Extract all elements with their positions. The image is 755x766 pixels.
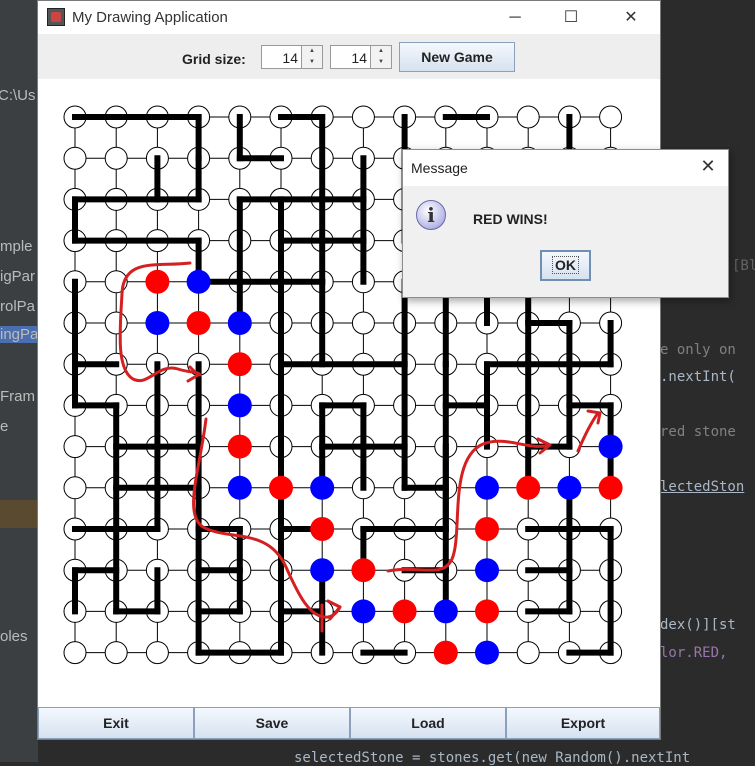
- grid-node[interactable]: [63, 435, 87, 459]
- cols-spinner-arrows: ▲ ▼: [370, 46, 391, 68]
- blue-stone: [186, 269, 211, 294]
- blue-stone: [227, 311, 252, 335]
- ide-project-text: e: [0, 418, 9, 435]
- ide-project-text: rolPa: [0, 298, 36, 315]
- dialog-close-button[interactable]: ✕: [696, 156, 720, 177]
- ide-code-text: lectedSton: [660, 479, 745, 495]
- grid-node[interactable]: [63, 476, 87, 500]
- blue-stone: [310, 475, 335, 500]
- close-button[interactable]: ✕: [608, 1, 654, 34]
- grid-node[interactable]: [104, 146, 128, 170]
- grid-node[interactable]: [351, 105, 375, 129]
- ide-project-text: C:\Us: [0, 87, 36, 104]
- ide-code-text: [Bl: [732, 258, 755, 274]
- dialog-message: RED WINS!: [473, 211, 548, 227]
- spinner-down-icon[interactable]: ▼: [371, 57, 391, 68]
- ide-highlight: [0, 500, 38, 528]
- window-title: My Drawing Application: [72, 9, 228, 26]
- red-stone: [310, 517, 335, 541]
- grid-node[interactable]: [104, 311, 128, 335]
- dialog-title-bar: Message ✕: [403, 150, 728, 186]
- blue-stone: [227, 475, 252, 500]
- red-stone: [475, 599, 499, 624]
- ide-code-text: e only on: [660, 342, 736, 358]
- cols-spinner[interactable]: 14 ▲ ▼: [330, 45, 392, 69]
- grid-node[interactable]: [351, 311, 375, 335]
- blue-stone: [145, 311, 170, 335]
- ide-project-text: igPar: [0, 268, 36, 285]
- red-stone: [186, 311, 211, 335]
- ide-project-text: ingPa: [0, 326, 39, 343]
- grid-node[interactable]: [63, 641, 87, 665]
- ide-project-text: oles: [0, 628, 28, 645]
- red-stone: [475, 517, 499, 541]
- exit-button[interactable]: Exit: [38, 707, 194, 739]
- ide-code-text: dex()][st: [660, 617, 736, 633]
- cols-value[interactable]: 14: [351, 50, 367, 66]
- ide-code-text: .nextInt(: [660, 369, 736, 385]
- rows-spinner[interactable]: 14 ▲ ▼: [261, 45, 323, 69]
- dialog-title: Message: [411, 160, 468, 176]
- grid-node[interactable]: [599, 105, 623, 129]
- ide-code-text: selectedStone = stones.get(new Random().…: [294, 750, 691, 766]
- grid-size-label: Grid size:: [182, 51, 246, 67]
- ide-project-text: mple: [0, 238, 33, 255]
- bottom-button-bar: Exit Save Load Export: [38, 707, 660, 739]
- red-stone: [516, 475, 541, 500]
- app-window: My Drawing Application ─ ☐ ✕ Grid size: …: [37, 0, 661, 740]
- load-button[interactable]: Load: [350, 707, 506, 739]
- ide-code-text: red stone: [660, 424, 736, 440]
- info-icon: i: [416, 200, 446, 230]
- maximize-button[interactable]: ☐: [548, 1, 594, 34]
- blue-stone: [351, 599, 376, 624]
- blue-stone: [475, 640, 499, 665]
- red-stone: [227, 352, 252, 377]
- grid-node[interactable]: [104, 641, 128, 665]
- ide-project-panel: C:\Us mple igPar rolPa ingPa Fram e oles: [0, 0, 38, 762]
- save-button[interactable]: Save: [194, 707, 350, 739]
- ok-button-label: OK: [552, 256, 579, 274]
- blue-stone: [475, 475, 499, 500]
- blue-stone: [598, 434, 623, 459]
- red-stone: [269, 475, 293, 500]
- blue-stone: [475, 558, 499, 583]
- red-stone: [598, 475, 623, 500]
- red-stone: [433, 640, 458, 665]
- ok-button[interactable]: OK: [540, 250, 591, 281]
- export-button[interactable]: Export: [506, 707, 660, 739]
- ide-code-text: lor.RED,: [660, 645, 728, 661]
- annotation-arrow: [576, 411, 600, 453]
- rows-value[interactable]: 14: [282, 50, 298, 66]
- grid-node[interactable]: [516, 105, 540, 129]
- blue-stone: [557, 475, 582, 500]
- blue-stone: [227, 393, 252, 418]
- new-game-button[interactable]: New Game: [399, 42, 515, 72]
- blue-stone: [310, 558, 335, 583]
- minimize-button[interactable]: ─: [492, 1, 538, 34]
- grid-node[interactable]: [63, 146, 87, 170]
- blue-stone: [433, 599, 458, 624]
- toolbar: Grid size: 14 ▲ ▼ 14 ▲ ▼ New Game: [38, 34, 660, 79]
- red-stone: [145, 269, 170, 294]
- red-stone: [227, 434, 252, 459]
- spinner-down-icon[interactable]: ▼: [302, 57, 322, 68]
- red-stone: [392, 599, 417, 624]
- grid-node[interactable]: [145, 641, 169, 665]
- rows-spinner-arrows: ▲ ▼: [301, 46, 322, 68]
- app-icon: [47, 8, 65, 26]
- grid-node[interactable]: [516, 641, 540, 665]
- red-stone: [351, 558, 376, 583]
- title-bar: My Drawing Application ─ ☐ ✕: [38, 1, 660, 34]
- ide-project-text: Fram: [0, 388, 35, 405]
- message-dialog: Message ✕ i RED WINS! OK: [402, 149, 729, 298]
